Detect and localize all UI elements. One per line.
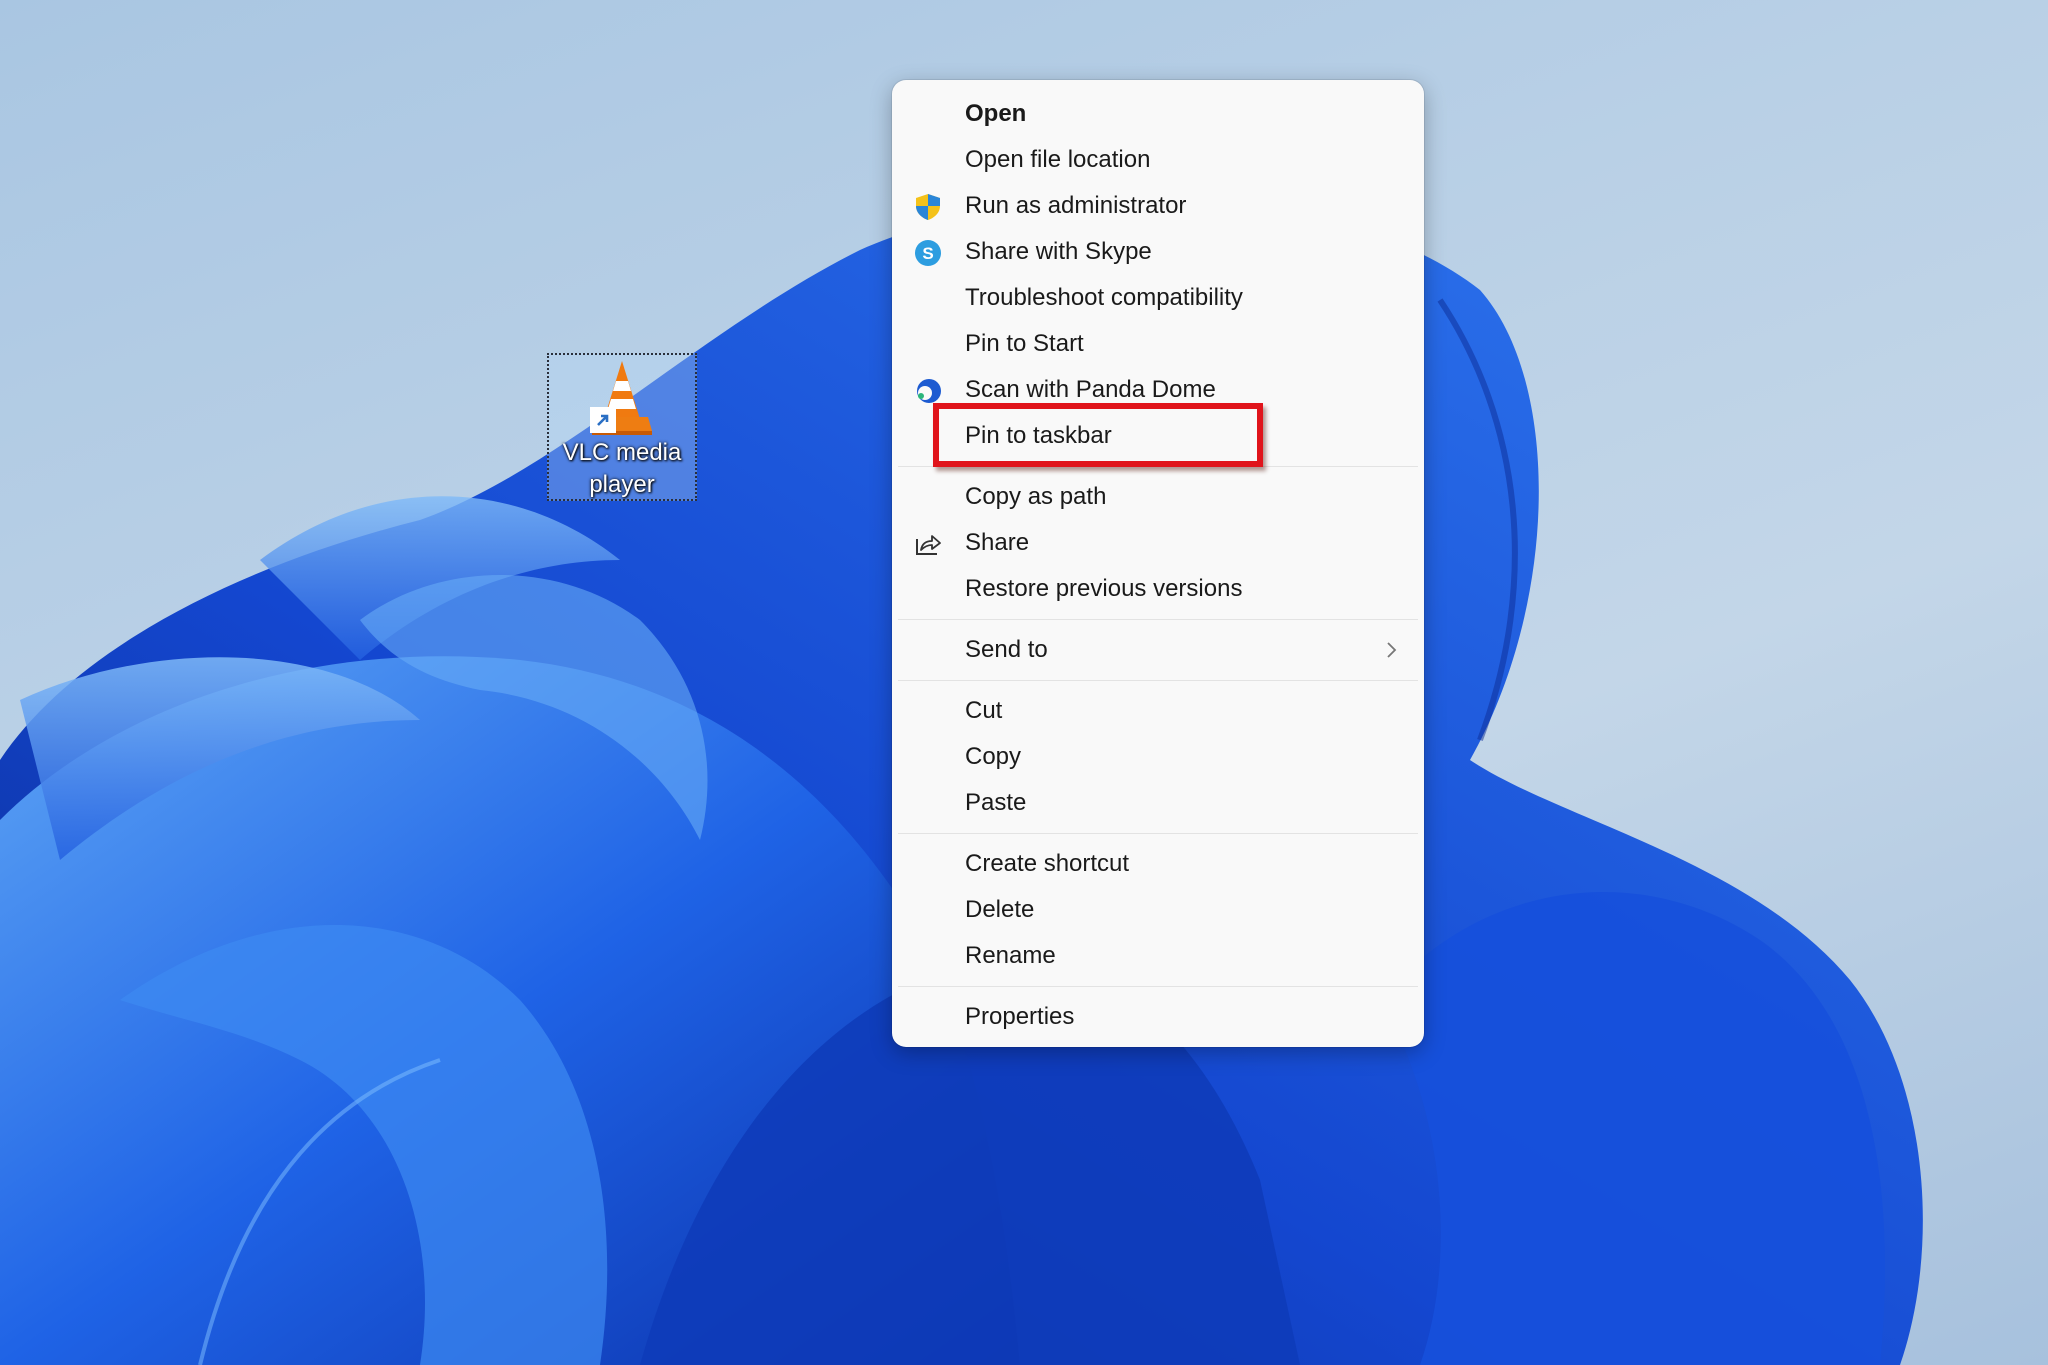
menu-item-troubleshoot-compatibility[interactable]: Troubleshoot compatibility <box>892 275 1424 321</box>
menu-item-open-file-location[interactable]: Open file location <box>892 137 1424 183</box>
menu-item-cut[interactable]: Cut <box>892 688 1424 734</box>
desktop: VLC media player Open Open file location R… <box>0 0 2048 1365</box>
menu-separator <box>898 833 1418 834</box>
menu-item-scan-with-panda-dome[interactable]: Scan with Panda Dome <box>892 367 1424 413</box>
menu-item-label: Troubleshoot compatibility <box>965 284 1243 311</box>
menu-item-label: Delete <box>965 896 1035 923</box>
menu-item-rename[interactable]: Rename <box>892 933 1424 979</box>
menu-item-share[interactable]: Share <box>892 520 1424 566</box>
menu-item-label: Open <box>965 100 1027 127</box>
share-icon <box>912 528 944 560</box>
menu-item-label: Paste <box>965 789 1027 816</box>
menu-item-label: Send to <box>965 636 1048 663</box>
menu-item-create-shortcut[interactable]: Create shortcut <box>892 841 1424 887</box>
menu-item-copy[interactable]: Copy <box>892 734 1424 780</box>
menu-item-open[interactable]: Open <box>892 91 1424 137</box>
menu-separator <box>898 619 1418 620</box>
menu-item-run-as-administrator[interactable]: Run as administrator <box>892 183 1424 229</box>
menu-item-label: Run as administrator <box>965 192 1187 219</box>
chevron-right-icon <box>1382 637 1402 663</box>
menu-item-label: Pin to Start <box>965 330 1084 357</box>
menu-separator <box>898 466 1418 467</box>
menu-item-label: Create shortcut <box>965 850 1130 877</box>
menu-item-label: Copy as path <box>965 483 1107 510</box>
desktop-icon-label: VLC media player <box>562 439 682 498</box>
menu-item-label: Properties <box>965 1003 1075 1030</box>
menu-item-label: Share with Skype <box>965 238 1152 265</box>
panda-dome-icon <box>912 375 944 407</box>
menu-separator <box>898 680 1418 681</box>
menu-item-label: Share <box>965 529 1030 556</box>
menu-item-copy-as-path[interactable]: Copy as path <box>892 474 1424 520</box>
context-menu: Open Open file location Run as administrat… <box>892 80 1424 1047</box>
menu-item-pin-to-start[interactable]: Pin to Start <box>892 321 1424 367</box>
menu-item-send-to[interactable]: Send to <box>892 627 1424 673</box>
menu-item-delete[interactable]: Delete <box>892 887 1424 933</box>
svg-text:S: S <box>922 244 933 263</box>
desktop-icon-vlc[interactable]: VLC media player <box>547 353 697 501</box>
uac-shield-icon <box>912 191 944 223</box>
shortcut-arrow-icon <box>590 407 616 433</box>
menu-item-label: Copy <box>965 743 1022 770</box>
menu-item-paste[interactable]: Paste <box>892 780 1424 826</box>
menu-item-label: Cut <box>965 697 1003 724</box>
vlc-cone-icon <box>582 357 662 437</box>
menu-item-label: Scan with Panda Dome <box>965 376 1216 403</box>
menu-item-label: Rename <box>965 942 1056 969</box>
menu-separator <box>898 986 1418 987</box>
menu-item-restore-previous-versions[interactable]: Restore previous versions <box>892 566 1424 612</box>
menu-item-pin-to-taskbar[interactable]: Pin to taskbar <box>892 413 1424 459</box>
skype-icon: S <box>912 237 944 269</box>
menu-item-share-with-skype[interactable]: S Share with Skype <box>892 229 1424 275</box>
menu-item-label: Open file location <box>965 146 1151 173</box>
menu-item-properties[interactable]: Properties <box>892 994 1424 1040</box>
menu-item-label: Restore previous versions <box>965 575 1243 602</box>
menu-item-label: Pin to taskbar <box>965 422 1112 449</box>
